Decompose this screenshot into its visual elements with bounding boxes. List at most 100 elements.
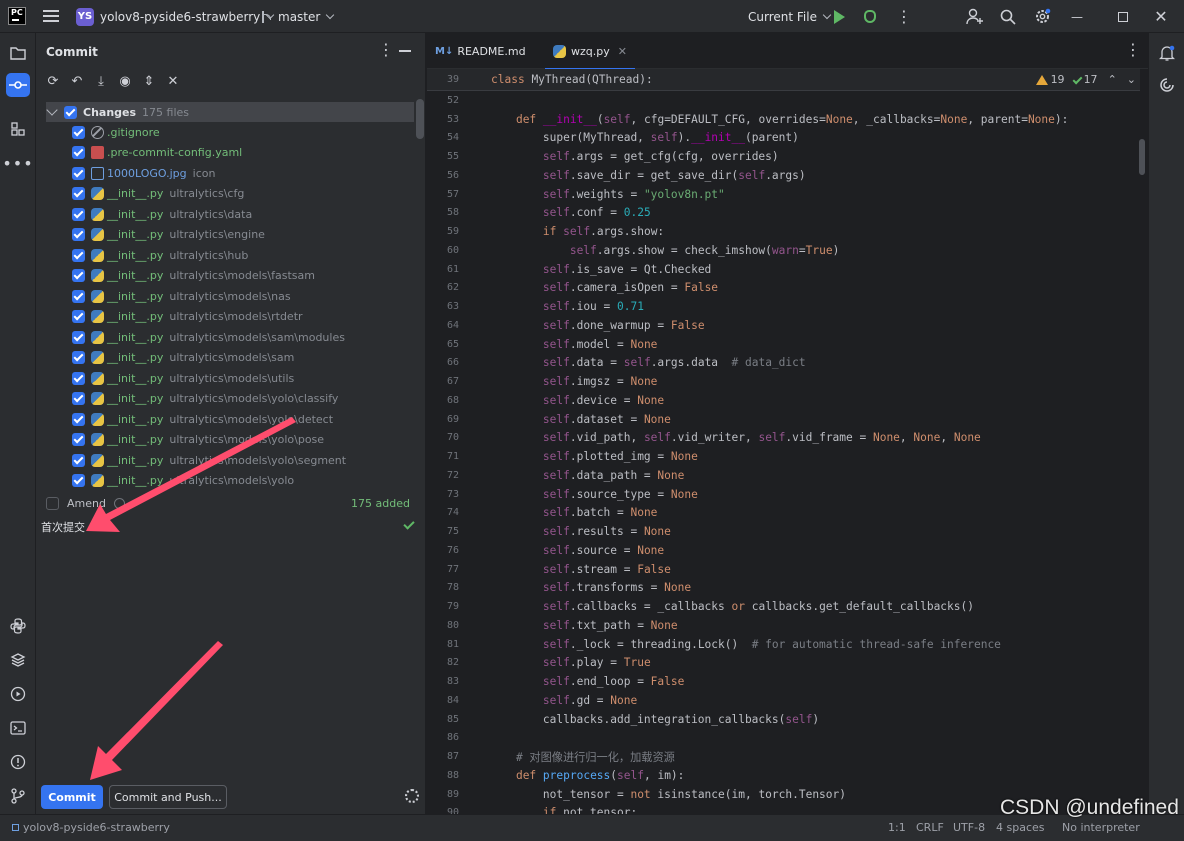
settings-button[interactable] bbox=[1034, 0, 1051, 33]
file-checkbox[interactable] bbox=[72, 453, 85, 467]
tree-scrollbar[interactable] bbox=[416, 99, 424, 139]
services-tool-button[interactable] bbox=[6, 682, 30, 706]
terminal-tool-button[interactable] bbox=[6, 716, 30, 740]
file-checkbox[interactable] bbox=[72, 412, 85, 426]
file-encoding[interactable]: UTF-8 bbox=[953, 821, 985, 834]
file-checkbox[interactable] bbox=[72, 392, 85, 405]
commit-button[interactable]: Commit bbox=[41, 785, 103, 809]
git-tool-button[interactable] bbox=[6, 784, 30, 808]
file-row[interactable]: 1000LOGO.jpg icon bbox=[46, 163, 414, 183]
file-row[interactable]: __init__.py ultralytics\data bbox=[46, 204, 414, 224]
file-checkbox[interactable] bbox=[72, 248, 85, 262]
debug-button[interactable] bbox=[864, 0, 876, 33]
file-row[interactable]: __init__.py ultralytics\models\yolo\detec… bbox=[46, 409, 414, 429]
file-row[interactable]: __init__.py ultralytics\models\nas bbox=[46, 286, 414, 306]
file-row[interactable]: __init__.py ultralytics\hub bbox=[46, 245, 414, 265]
file-row[interactable]: __init__.py ultralytics\models\rtdetr bbox=[46, 307, 414, 327]
file-row[interactable]: __init__.py ultralytics\engine bbox=[46, 225, 414, 245]
amend-checkbox[interactable] bbox=[46, 496, 59, 510]
clock-history-icon[interactable] bbox=[113, 497, 125, 509]
editor-scrollbar[interactable] bbox=[1139, 139, 1145, 175]
file-checkbox[interactable] bbox=[72, 125, 85, 139]
show-diff-eye-icon[interactable]: ◉ bbox=[118, 75, 132, 89]
commit-and-push-button[interactable]: Commit and Push... bbox=[109, 785, 227, 809]
problems-tool-button[interactable] bbox=[6, 750, 30, 774]
close-button[interactable]: ✕ bbox=[1138, 0, 1184, 33]
tab-readme[interactable]: M↓ README.md bbox=[435, 33, 526, 69]
main-menu-icon[interactable] bbox=[43, 10, 59, 22]
caret-position[interactable]: 1:1 bbox=[888, 821, 906, 834]
more-actions-button[interactable]: ⋮ bbox=[896, 0, 912, 33]
file-row[interactable]: __init__.py ultralytics\models\yolo bbox=[46, 471, 414, 491]
file-checkbox[interactable] bbox=[72, 146, 85, 159]
collapse-all-icon[interactable]: ✕ bbox=[166, 75, 180, 89]
file-checkbox[interactable] bbox=[72, 310, 85, 323]
project-tool-button[interactable] bbox=[6, 41, 30, 65]
run-config-selector[interactable]: Current File bbox=[748, 0, 832, 33]
file-name: __init__.py bbox=[107, 453, 164, 467]
logo-text: PC bbox=[11, 8, 23, 17]
refresh-icon[interactable]: ⟳ bbox=[46, 75, 60, 89]
file-row[interactable]: .gitignore bbox=[46, 122, 414, 142]
indent-setting[interactable]: 4 spaces bbox=[996, 821, 1045, 834]
file-checkbox[interactable] bbox=[72, 371, 85, 385]
line-separator[interactable]: CRLF bbox=[916, 821, 944, 834]
search-button[interactable] bbox=[1000, 0, 1016, 33]
file-checkbox[interactable] bbox=[72, 228, 85, 241]
close-tab-icon[interactable]: ✕ bbox=[618, 45, 627, 58]
rollback-icon[interactable]: ↶ bbox=[70, 75, 84, 89]
inspection-widget[interactable]: 19 17 ⌃ ⌄ bbox=[1035, 73, 1136, 86]
file-row[interactable]: __init__.py ultralytics\models\yolo\pose bbox=[46, 430, 414, 450]
changes-checkbox[interactable] bbox=[64, 105, 77, 119]
python-packages-button[interactable] bbox=[6, 614, 30, 638]
file-checkbox[interactable] bbox=[72, 269, 85, 282]
file-row[interactable]: __init__.py ultralytics\models\utils bbox=[46, 368, 414, 388]
update-download-icon[interactable]: ⤓ bbox=[94, 75, 108, 89]
chevron-down-icon[interactable] bbox=[46, 104, 58, 116]
ai-assistant-button[interactable] bbox=[1155, 73, 1179, 97]
python-interpreter[interactable]: No interpreter bbox=[1062, 821, 1140, 834]
changes-group-row[interactable]: Changes 175 files bbox=[46, 102, 414, 122]
file-checkbox[interactable] bbox=[72, 351, 85, 364]
file-checkbox[interactable] bbox=[72, 207, 85, 221]
add-user-button[interactable] bbox=[966, 0, 984, 33]
tabs-options-button[interactable]: ⋮ bbox=[1125, 42, 1141, 58]
file-checkbox[interactable] bbox=[72, 330, 85, 344]
file-row[interactable]: __init__.py ultralytics\models\yolo\segme… bbox=[46, 450, 414, 470]
maximize-icon bbox=[1118, 11, 1128, 22]
file-checkbox[interactable] bbox=[72, 433, 85, 446]
file-row[interactable]: __init__.py ultralytics\models\sam\module… bbox=[46, 327, 414, 347]
commit-tool-button[interactable] bbox=[6, 73, 30, 97]
close-icon: ✕ bbox=[1154, 7, 1168, 26]
previous-highlight-icon[interactable]: ⌃ bbox=[1108, 73, 1117, 86]
sticky-scroll-header[interactable]: 39 class MyThread(QThread): bbox=[427, 69, 1140, 91]
panel-hide-button[interactable] bbox=[399, 50, 411, 52]
file-row[interactable]: __init__.py ultralytics\cfg bbox=[46, 184, 414, 204]
code-editor[interactable]: 52 53 def __init__(self, cfg=DEFAULT_CFG,… bbox=[427, 91, 1140, 814]
run-button[interactable] bbox=[834, 0, 845, 33]
project-selector[interactable]: YS yolov8-pyside6-strawberry bbox=[76, 0, 275, 33]
file-checkbox[interactable] bbox=[72, 474, 85, 487]
file-checkbox[interactable] bbox=[72, 166, 85, 180]
expand-all-icon[interactable]: ⇕ bbox=[142, 75, 156, 89]
branch-selector[interactable]: master bbox=[260, 0, 335, 33]
file-row[interactable]: __init__.py ultralytics\models\yolo\class… bbox=[46, 389, 414, 409]
next-highlight-icon[interactable]: ⌄ bbox=[1127, 73, 1136, 86]
commit-options-gear-icon[interactable] bbox=[405, 789, 419, 803]
panel-options-button[interactable]: ⋮ bbox=[378, 42, 394, 58]
search-icon bbox=[1000, 9, 1016, 25]
status-project[interactable]: yolov8-pyside6-strawberry bbox=[12, 821, 170, 834]
file-row[interactable]: .pre-commit-config.yaml bbox=[46, 143, 414, 163]
more-tools-button[interactable]: ••• bbox=[2, 151, 32, 175]
tab-wzq-py[interactable]: wzq.py ✕ bbox=[545, 33, 635, 70]
file-checkbox[interactable] bbox=[72, 187, 85, 200]
weak-warnings-group: 17 bbox=[1072, 73, 1098, 86]
file-checkbox[interactable] bbox=[72, 289, 85, 303]
notifications-button[interactable] bbox=[1155, 41, 1179, 65]
structure-tool-button[interactable] bbox=[6, 117, 30, 141]
file-row[interactable]: __init__.py ultralytics\models\fastsam bbox=[46, 266, 414, 286]
layers-tool-button[interactable] bbox=[6, 648, 30, 672]
minimize-button[interactable]: — bbox=[1054, 0, 1100, 33]
commit-message-input[interactable]: 首次提交 bbox=[41, 519, 85, 535]
file-row[interactable]: __init__.py ultralytics\models\sam bbox=[46, 348, 414, 368]
